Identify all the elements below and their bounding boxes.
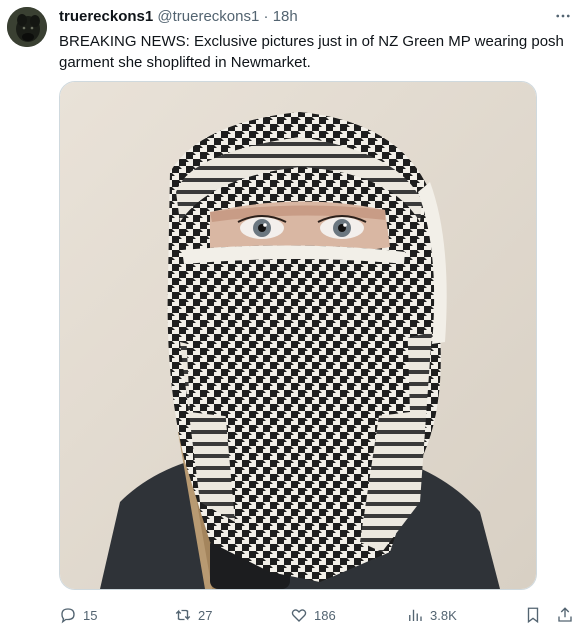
more-horizontal-icon (556, 14, 570, 18)
share-icon (558, 607, 572, 622)
retweet-icon (175, 609, 191, 621)
reply-icon (61, 608, 75, 624)
like-button[interactable]: 186 (290, 604, 336, 626)
more-options-button[interactable] (551, 6, 575, 26)
reply-count: 15 (83, 607, 98, 623)
views-icon (409, 609, 422, 621)
retweet-button[interactable]: 27 (174, 604, 212, 626)
bookmark-button[interactable] (524, 604, 542, 626)
tweet-actions: 15 27 186 3.8K (59, 604, 574, 626)
avatar-image (7, 7, 47, 47)
retweet-count: 27 (198, 607, 213, 623)
separator-dot: · (263, 8, 269, 25)
photo-scarf-person (60, 82, 536, 589)
timestamp[interactable]: 18h (273, 8, 298, 25)
display-name[interactable]: truereckons1 (59, 8, 153, 25)
reply-button[interactable]: 15 (59, 604, 97, 626)
like-count: 186 (314, 607, 336, 623)
tweet-photo[interactable] (59, 81, 537, 590)
share-button[interactable] (556, 604, 574, 626)
tweet-text: BREAKING NEWS: Exclusive pictures just i… (59, 33, 564, 71)
bookmark-icon (527, 607, 539, 624)
tweet-card[interactable]: truereckons1 @truereckons1 · 18h BREAKIN… (0, 0, 583, 639)
heart-icon (291, 609, 307, 622)
views-count: 3.8K (430, 607, 457, 623)
user-handle[interactable]: @truereckons1 (157, 8, 259, 25)
views-button[interactable]: 3.8K (406, 604, 457, 626)
avatar[interactable] (7, 7, 47, 47)
tweet-header: truereckons1 @truereckons1 · 18h (59, 8, 563, 28)
